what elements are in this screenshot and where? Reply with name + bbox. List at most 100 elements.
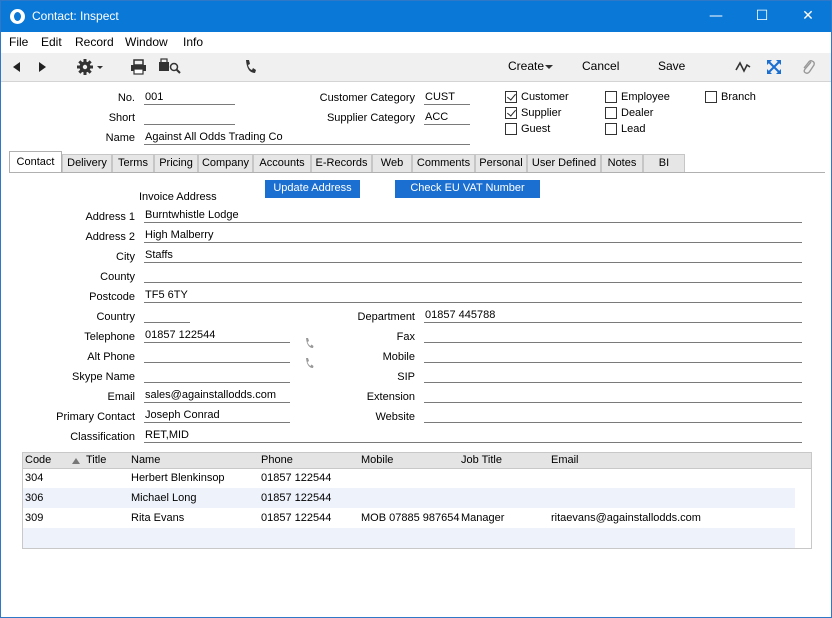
extension-field[interactable] xyxy=(424,388,802,403)
country-field[interactable] xyxy=(144,308,190,323)
customer-checkbox-label: Customer xyxy=(521,91,569,103)
county-label: County xyxy=(100,271,135,283)
column-header-code[interactable]: Code xyxy=(25,454,51,466)
expand-icon[interactable] xyxy=(766,58,782,76)
column-header-title[interactable]: Title xyxy=(86,454,106,466)
cell-name: Michael Long xyxy=(131,492,197,504)
call-alt-phone-icon[interactable] xyxy=(304,357,314,369)
title-bar: Contact: Inspect — ☐ ✕ xyxy=(1,1,831,32)
maximize-button[interactable]: ☐ xyxy=(739,1,785,32)
menu-info[interactable]: Info xyxy=(183,35,203,49)
sort-ascending-icon xyxy=(72,458,80,464)
create-button[interactable]: Create xyxy=(508,59,544,73)
print-icon[interactable] xyxy=(130,58,148,76)
menu-file[interactable]: File xyxy=(9,35,28,49)
primary-contact-field[interactable]: Joseph Conrad xyxy=(144,408,290,423)
cell-job-title: Manager xyxy=(461,512,505,524)
tab-company[interactable]: Company xyxy=(198,154,253,173)
close-button[interactable]: ✕ xyxy=(785,1,831,32)
customer-category-field[interactable]: CUST xyxy=(424,90,470,105)
tab-accounts[interactable]: Accounts xyxy=(253,154,311,173)
menu-edit[interactable]: Edit xyxy=(41,35,62,49)
column-header-mobile[interactable]: Mobile xyxy=(361,454,393,466)
branch-checkbox-label: Branch xyxy=(721,91,756,103)
chevron-down-icon[interactable] xyxy=(544,58,554,76)
address2-field[interactable]: High Malberry xyxy=(144,228,802,243)
guest-checkbox-label: Guest xyxy=(521,123,551,135)
department-label: Department xyxy=(357,311,415,323)
telephone-field[interactable]: 01857 122544 xyxy=(144,328,290,343)
website-field[interactable] xyxy=(424,408,802,423)
fax-field[interactable] xyxy=(424,328,802,343)
column-header-job-title[interactable]: Job Title xyxy=(461,454,502,466)
alt-phone-field[interactable] xyxy=(144,348,290,363)
column-header-email[interactable]: Email xyxy=(551,454,579,466)
dealer-checkbox[interactable] xyxy=(605,107,617,119)
tab-web[interactable]: Web xyxy=(372,154,412,173)
tab-pricing[interactable]: Pricing xyxy=(154,154,198,173)
county-field[interactable] xyxy=(144,268,802,283)
postcode-field[interactable]: TF5 6TY xyxy=(144,288,802,303)
cell-phone: 01857 122544 xyxy=(261,492,332,504)
minimize-button[interactable]: — xyxy=(693,1,739,32)
email-label: Email xyxy=(107,391,135,403)
back-icon[interactable] xyxy=(11,58,21,76)
menu-record[interactable]: Record xyxy=(75,35,114,49)
table-header: Code Title Name Phone Mobile Job Title E… xyxy=(23,453,811,469)
postcode-label: Postcode xyxy=(89,291,135,303)
address1-field[interactable]: Burntwhistle Lodge xyxy=(144,208,802,223)
table-row[interactable]: 304 Herbert Blenkinsop 01857 122544 xyxy=(23,468,795,488)
skype-name-field[interactable] xyxy=(144,368,290,383)
employee-checkbox[interactable] xyxy=(605,91,617,103)
cell-code: 304 xyxy=(25,472,44,484)
supplier-category-field[interactable]: ACC xyxy=(424,110,470,125)
no-field[interactable]: 001 xyxy=(144,90,235,105)
save-button[interactable]: Save xyxy=(658,59,685,73)
tab-contact[interactable]: Contact xyxy=(9,151,62,173)
table-row[interactable]: 306 Michael Long 01857 122544 xyxy=(23,488,795,508)
tab-e-records[interactable]: E-Records xyxy=(311,154,372,173)
mobile-label: Mobile xyxy=(382,351,415,363)
print-preview-icon[interactable] xyxy=(158,58,182,76)
window-title: Contact: Inspect xyxy=(32,9,119,23)
customer-checkbox[interactable] xyxy=(505,91,517,103)
name-field[interactable]: Against All Odds Trading Co xyxy=(144,130,470,145)
gear-icon[interactable] xyxy=(76,58,106,76)
tab-terms[interactable]: Terms xyxy=(112,154,154,173)
forward-icon[interactable] xyxy=(38,58,48,76)
update-address-button[interactable]: Update Address xyxy=(265,180,360,198)
name-label: Name xyxy=(105,132,135,144)
mobile-field[interactable] xyxy=(424,348,802,363)
tab-bi[interactable]: BI xyxy=(643,154,685,173)
cancel-button[interactable]: Cancel xyxy=(582,59,619,73)
activity-icon[interactable] xyxy=(735,58,751,76)
table-empty-row[interactable] xyxy=(23,528,795,548)
tab-comments[interactable]: Comments xyxy=(412,154,475,173)
contact-persons-table: Code Title Name Phone Mobile Job Title E… xyxy=(22,452,812,549)
column-header-name[interactable]: Name xyxy=(131,454,160,466)
lead-checkbox[interactable] xyxy=(605,123,617,135)
column-header-phone[interactable]: Phone xyxy=(261,454,293,466)
supplier-checkbox[interactable] xyxy=(505,107,517,119)
branch-checkbox[interactable] xyxy=(705,91,717,103)
phone-icon[interactable] xyxy=(243,58,257,76)
short-label: Short xyxy=(108,112,135,124)
address2-label: Address 2 xyxy=(85,231,135,243)
tab-user-defined[interactable]: User Defined xyxy=(527,154,601,173)
tab-notes[interactable]: Notes xyxy=(601,154,643,173)
menu-window[interactable]: Window xyxy=(125,35,168,49)
table-row[interactable]: 309 Rita Evans 01857 122544 MOB 07885 98… xyxy=(23,508,795,528)
address1-label: Address 1 xyxy=(85,211,135,223)
tab-delivery[interactable]: Delivery xyxy=(62,154,112,173)
tab-personal[interactable]: Personal xyxy=(475,154,527,173)
city-field[interactable]: Staffs xyxy=(144,248,802,263)
guest-checkbox[interactable] xyxy=(505,123,517,135)
attachment-icon[interactable] xyxy=(800,58,816,76)
email-field[interactable]: sales@againstallodds.com xyxy=(144,388,290,403)
short-field[interactable] xyxy=(144,110,235,125)
sip-field[interactable] xyxy=(424,368,802,383)
classification-field[interactable]: RET,MID xyxy=(144,428,802,443)
call-telephone-icon[interactable] xyxy=(304,337,314,349)
department-field[interactable]: 01857 445788 xyxy=(424,308,802,323)
check-eu-vat-button[interactable]: Check EU VAT Number xyxy=(395,180,540,198)
